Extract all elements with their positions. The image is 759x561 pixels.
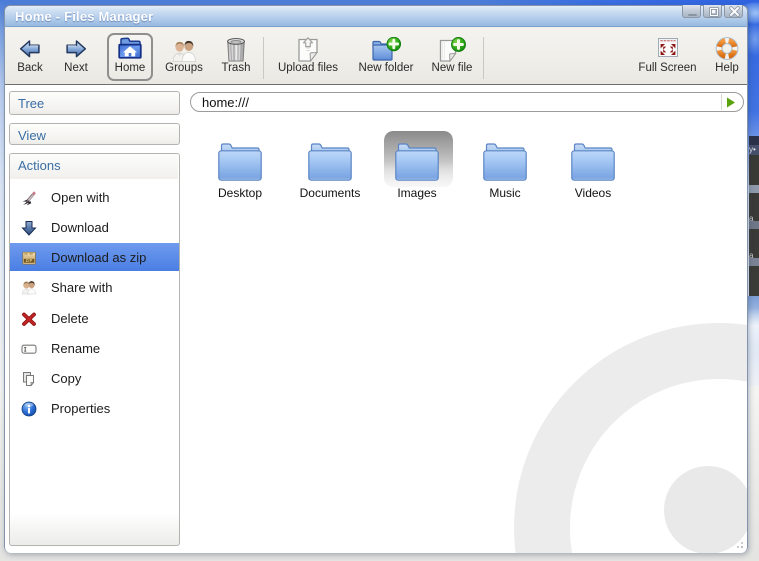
svg-text:ZIP: ZIP (26, 258, 33, 263)
